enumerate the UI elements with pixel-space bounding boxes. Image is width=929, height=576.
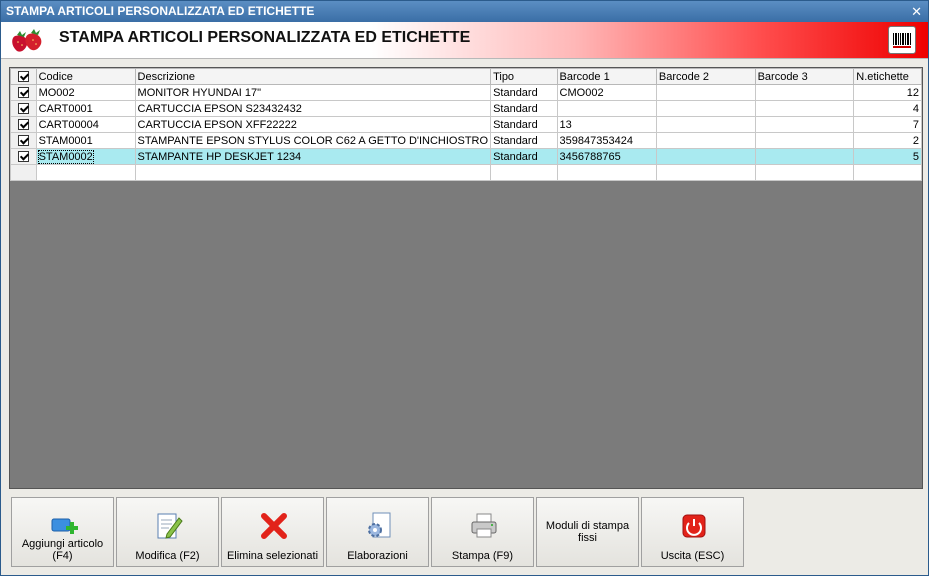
cell-codice[interactable]: CART0001 (35, 100, 136, 117)
process-label: Elaborazioni (347, 550, 408, 562)
table-row[interactable]: STAM0001 STAMPANTE EPSON STYLUS COLOR C6… (10, 132, 922, 149)
cell-barcode3[interactable] (754, 84, 855, 101)
row-checkbox[interactable] (10, 132, 37, 149)
row-checkbox[interactable] (10, 84, 37, 101)
cell-codice[interactable]: CART00004 (35, 116, 136, 133)
cell-barcode3[interactable] (754, 116, 855, 133)
column-header-codice[interactable]: Codice (35, 68, 136, 85)
cell-empty[interactable] (655, 164, 756, 181)
column-header-barcode2[interactable]: Barcode 2 (655, 68, 756, 85)
cell-empty[interactable] (490, 164, 558, 181)
column-header-descrizione[interactable]: Descrizione (134, 68, 492, 85)
edit-button[interactable]: Modifica (F2) (116, 497, 219, 567)
cell-descrizione[interactable]: CARTUCCIA EPSON XFF22222 (134, 116, 492, 133)
cell-barcode1[interactable]: 13 (556, 116, 657, 133)
main-window: STAMPA ARTICOLI PERSONALIZZATA ED ETICHE… (0, 0, 929, 576)
table-header-row: Codice Descrizione Tipo Barcode 1 Barcod… (10, 68, 922, 85)
delete-selected-label: Elimina selezionati (226, 550, 319, 562)
cell-codice[interactable]: STAM0001 (35, 132, 136, 149)
cell-tipo[interactable]: Standard (490, 132, 558, 149)
cell-codice[interactable]: MO002 (35, 84, 136, 101)
fixed-print-modules-label: Moduli di stampa fissi (545, 520, 630, 544)
table-row[interactable]: CART0001 CARTUCCIA EPSON S23432432 Stand… (10, 100, 922, 117)
cell-descrizione[interactable]: STAMPANTE HP DESKJET 1234 (134, 148, 492, 165)
title-bar: STAMPA ARTICOLI PERSONALIZZATA ED ETICHE… (1, 1, 928, 22)
cell-empty[interactable] (754, 164, 855, 181)
cell-descrizione[interactable]: MONITOR HYUNDAI 17" (134, 84, 492, 101)
strawberry-icon (12, 29, 42, 52)
cell-barcode2[interactable] (655, 100, 756, 117)
cell-netichette[interactable]: 2 (853, 132, 922, 149)
add-item-label: Aggiungi articolo (F4) (21, 538, 104, 562)
page-title: STAMPA ARTICOLI PERSONALIZZATA ED ETICHE… (59, 29, 471, 46)
fixed-print-modules-button[interactable]: Moduli di stampa fissi (536, 497, 639, 567)
cell-codice[interactable]: STAM0002 (35, 148, 136, 165)
printer-icon (471, 513, 497, 538)
row-checkbox[interactable] (10, 100, 37, 117)
cell-netichette[interactable]: 7 (853, 116, 922, 133)
add-item-button[interactable]: Aggiungi articolo (F4) (11, 497, 114, 567)
cell-barcode1[interactable]: 3456788765 (556, 148, 657, 165)
column-header-barcode1[interactable]: Barcode 1 (556, 68, 657, 85)
table-row[interactable]: CART00004 CARTUCCIA EPSON XFF22222 Stand… (10, 116, 922, 133)
cell-barcode1[interactable]: CMO002 (556, 84, 657, 101)
cell-netichette[interactable]: 4 (853, 100, 922, 117)
cell-netichette[interactable]: 5 (853, 148, 922, 165)
column-header-barcode3[interactable]: Barcode 3 (754, 68, 855, 85)
cell-barcode2[interactable] (655, 84, 756, 101)
cell-barcode2[interactable] (655, 132, 756, 149)
column-header-netichette[interactable]: N.etichette (853, 68, 922, 85)
bottom-toolbar: Aggiungi articolo (F4) Modifica (F2) Eli… (1, 493, 928, 575)
gear-document-icon (368, 512, 391, 538)
print-label: Stampa (F9) (451, 550, 514, 562)
cell-tipo[interactable]: Standard (490, 100, 558, 117)
edit-icon (157, 513, 183, 539)
table-new-row[interactable] (10, 164, 922, 181)
row-checkbox[interactable] (10, 148, 37, 165)
barcode-icon (888, 26, 916, 54)
window-title: STAMPA ARTICOLI PERSONALIZZATA ED ETICHE… (6, 4, 315, 18)
cell-empty[interactable] (556, 164, 657, 181)
cell-barcode1[interactable]: 359847353424 (556, 132, 657, 149)
row-checkbox-empty[interactable] (10, 164, 37, 181)
cell-barcode2[interactable] (655, 148, 756, 165)
cell-barcode3[interactable] (754, 148, 855, 165)
table-row[interactable]: MO002 MONITOR HYUNDAI 17" Standard CMO00… (10, 84, 922, 101)
cell-empty[interactable] (134, 164, 492, 181)
cell-barcode3[interactable] (754, 132, 855, 149)
delete-x-icon (261, 513, 287, 539)
delete-selected-button[interactable]: Elimina selezionati (221, 497, 324, 567)
print-button[interactable]: Stampa (F9) (431, 497, 534, 567)
row-checkbox[interactable] (10, 116, 37, 133)
select-all-checkbox[interactable] (10, 68, 37, 85)
cell-empty[interactable] (35, 164, 136, 181)
articles-grid-area[interactable]: Codice Descrizione Tipo Barcode 1 Barcod… (9, 67, 923, 489)
cell-tipo[interactable]: Standard (490, 116, 558, 133)
header-banner: STAMPA ARTICOLI PERSONALIZZATA ED ETICHE… (1, 22, 928, 59)
cell-barcode1[interactable] (556, 100, 657, 117)
power-icon (682, 514, 706, 538)
exit-label: Uscita (ESC) (660, 550, 725, 562)
exit-button[interactable]: Uscita (ESC) (641, 497, 744, 567)
cell-barcode3[interactable] (754, 100, 855, 117)
process-button[interactable]: Elaborazioni (326, 497, 429, 567)
cell-tipo[interactable]: Standard (490, 84, 558, 101)
column-header-tipo[interactable]: Tipo (490, 68, 558, 85)
close-icon[interactable]: ✕ (911, 1, 922, 22)
table-row-selected[interactable]: STAM0002 STAMPANTE HP DESKJET 1234 Stand… (10, 148, 922, 165)
cell-netichette[interactable]: 12 (853, 84, 922, 101)
articles-table: Codice Descrizione Tipo Barcode 1 Barcod… (10, 68, 922, 181)
cell-descrizione[interactable]: STAMPANTE EPSON STYLUS COLOR C62 A GETTO… (134, 132, 492, 149)
cell-empty[interactable] (853, 164, 922, 181)
cell-tipo[interactable]: Standard (490, 148, 558, 165)
cell-descrizione[interactable]: CARTUCCIA EPSON S23432432 (134, 100, 492, 117)
cell-barcode2[interactable] (655, 116, 756, 133)
edit-label: Modifica (F2) (135, 550, 200, 562)
